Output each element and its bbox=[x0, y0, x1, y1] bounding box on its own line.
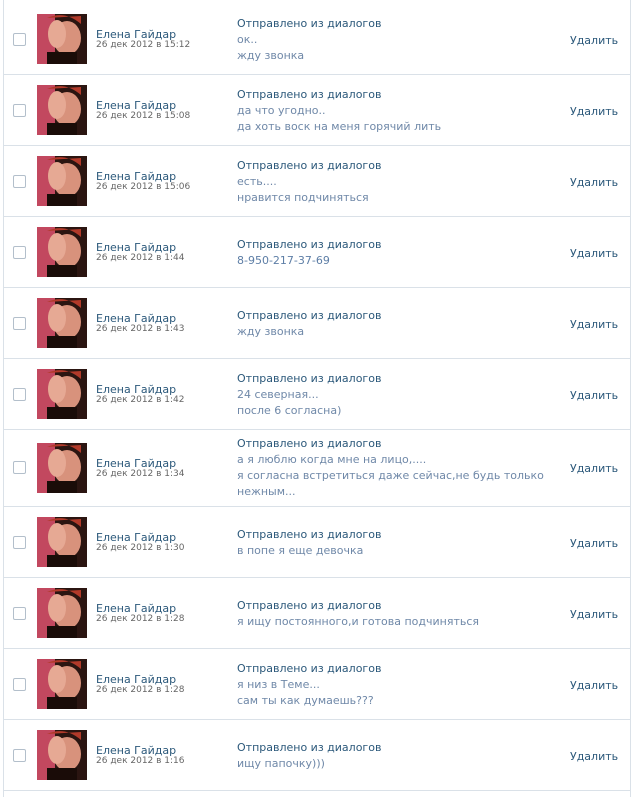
delete-link[interactable]: Удалить bbox=[570, 679, 618, 692]
message-date[interactable]: 26 дек 2012 в 15:12 bbox=[96, 40, 190, 50]
message-row: Елена Гайдар 26 дек 2012 в 1:34 Отправле… bbox=[4, 430, 631, 507]
delete-link[interactable]: Удалить bbox=[570, 462, 618, 475]
select-checkbox[interactable] bbox=[13, 678, 26, 691]
message-date[interactable]: 26 дек 2012 в 1:34 bbox=[96, 469, 185, 479]
message-date[interactable]: 26 дек 2012 в 1:28 bbox=[96, 685, 185, 695]
message-date[interactable]: 26 дек 2012 в 1:43 bbox=[96, 324, 185, 334]
delete-link[interactable]: Удалить bbox=[570, 105, 618, 118]
select-checkbox[interactable] bbox=[13, 461, 26, 474]
message-text: в попе я еще девочка bbox=[237, 544, 364, 557]
select-checkbox[interactable] bbox=[13, 175, 26, 188]
avatar[interactable] bbox=[37, 156, 87, 206]
select-checkbox[interactable] bbox=[13, 317, 26, 330]
message-source-header: Отправлено из диалогов bbox=[237, 599, 382, 612]
select-checkbox[interactable] bbox=[13, 388, 26, 401]
message-row: Елена Гайдар 26 дек 2012 в 15:12 Отправл… bbox=[4, 0, 631, 75]
select-checkbox[interactable] bbox=[13, 607, 26, 620]
message-source-header: Отправлено из диалогов bbox=[237, 17, 382, 30]
message-text: сам ты как думаешь??? bbox=[237, 694, 374, 707]
message-source-header: Отправлено из диалогов bbox=[237, 662, 382, 675]
select-checkbox[interactable] bbox=[13, 104, 26, 117]
delete-link[interactable]: Удалить bbox=[570, 247, 618, 260]
message-text: нравится подчиняться bbox=[237, 191, 369, 204]
message-source-header: Отправлено из диалогов bbox=[237, 528, 382, 541]
message-row: Елена Гайдар 26 дек 2012 в 1:16 Отправле… bbox=[4, 720, 631, 791]
avatar[interactable] bbox=[37, 730, 87, 780]
select-checkbox[interactable] bbox=[13, 536, 26, 549]
delete-link[interactable]: Удалить bbox=[570, 318, 618, 331]
message-row: Елена Гайдар 26 дек 2012 в 1:42 Отправле… bbox=[4, 359, 631, 430]
message-text: есть.... bbox=[237, 175, 277, 188]
message-text: я ищу постоянного,и готова подчиняться bbox=[237, 615, 480, 628]
message-row: Елена Гайдар 26 дек 2012 в 1:28 Отправле… bbox=[4, 578, 631, 649]
avatar[interactable] bbox=[37, 227, 87, 277]
message-text: жду звонка bbox=[237, 325, 305, 338]
message-text: а я люблю когда мне на лицо,.... bbox=[237, 453, 427, 466]
message-row: Елена Гайдар 26 дек 2012 в 15:08 Отправл… bbox=[4, 75, 631, 146]
delete-link[interactable]: Удалить bbox=[570, 389, 618, 402]
message-text: нежным... bbox=[237, 485, 296, 498]
message-source-header: Отправлено из диалогов bbox=[237, 372, 382, 385]
message-row: Елена Гайдар 26 дек 2012 в 1:28 Отправле… bbox=[4, 649, 631, 720]
select-checkbox[interactable] bbox=[13, 33, 26, 46]
message-source-header: Отправлено из диалогов bbox=[237, 437, 382, 450]
message-text: я согласна встретиться даже сейчас,не бу… bbox=[237, 469, 544, 482]
message-date[interactable]: 26 дек 2012 в 1:30 bbox=[96, 543, 185, 553]
message-text: ищу папочку))) bbox=[237, 757, 325, 770]
message-source-header: Отправлено из диалогов bbox=[237, 88, 382, 101]
message-source-header: Отправлено из диалогов bbox=[237, 159, 382, 172]
message-text: после 6 согласна) bbox=[237, 404, 342, 417]
delete-link[interactable]: Удалить bbox=[570, 34, 618, 47]
avatar[interactable] bbox=[37, 659, 87, 709]
avatar[interactable] bbox=[37, 85, 87, 135]
avatar[interactable] bbox=[37, 517, 87, 567]
message-row: Елена Гайдар 26 дек 2012 в 1:43 Отправле… bbox=[4, 288, 631, 359]
message-source-header: Отправлено из диалогов bbox=[237, 238, 382, 251]
message-text: 8-950-217-37-69 bbox=[237, 254, 330, 267]
message-date[interactable]: 26 дек 2012 в 1:16 bbox=[96, 756, 185, 766]
avatar[interactable] bbox=[37, 443, 87, 493]
select-checkbox[interactable] bbox=[13, 246, 26, 259]
avatar[interactable] bbox=[37, 298, 87, 348]
message-source-header: Отправлено из диалогов bbox=[237, 741, 382, 754]
delete-link[interactable]: Удалить bbox=[570, 176, 618, 189]
avatar[interactable] bbox=[37, 14, 87, 64]
delete-link[interactable]: Удалить bbox=[570, 537, 618, 550]
message-date[interactable]: 26 дек 2012 в 1:44 bbox=[96, 253, 185, 263]
message-date[interactable]: 26 дек 2012 в 1:42 bbox=[96, 395, 185, 405]
avatar[interactable] bbox=[37, 588, 87, 638]
message-row: Елена Гайдар 26 дек 2012 в 1:30 Отправле… bbox=[4, 507, 631, 578]
message-text: я низ в Теме... bbox=[237, 678, 320, 691]
message-text: да что угодно.. bbox=[237, 104, 326, 117]
message-row: Елена Гайдар 26 дек 2012 в 15:06 Отправл… bbox=[4, 146, 631, 217]
message-date[interactable]: 26 дек 2012 в 15:06 bbox=[96, 182, 190, 192]
message-text: да хоть воск на меня горячий лить bbox=[237, 120, 442, 133]
delete-link[interactable]: Удалить bbox=[570, 750, 618, 763]
avatar[interactable] bbox=[37, 369, 87, 419]
message-text: 24 северная... bbox=[237, 388, 319, 401]
select-checkbox[interactable] bbox=[13, 749, 26, 762]
message-date[interactable]: 26 дек 2012 в 1:28 bbox=[96, 614, 185, 624]
message-row: Елена Гайдар 26 дек 2012 в 1:44 Отправле… bbox=[4, 217, 631, 288]
delete-link[interactable]: Удалить bbox=[570, 608, 618, 621]
message-date[interactable]: 26 дек 2012 в 15:08 bbox=[96, 111, 190, 121]
message-text: ок.. bbox=[237, 33, 258, 46]
message-source-header: Отправлено из диалогов bbox=[237, 309, 382, 322]
message-text: жду звонка bbox=[237, 49, 305, 62]
